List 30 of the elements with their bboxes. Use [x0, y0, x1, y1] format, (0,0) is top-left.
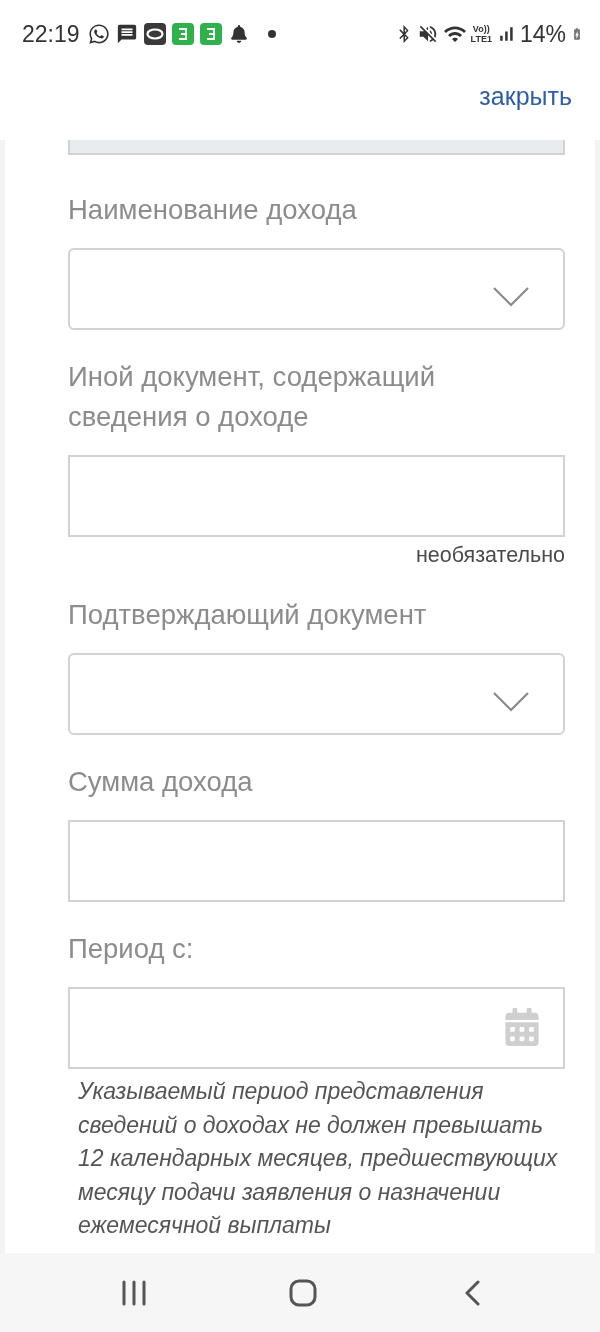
home-icon[interactable]: [289, 1278, 317, 1307]
field-label: Период с:: [68, 932, 195, 966]
dot-icon: [267, 30, 276, 38]
ring-app-icon: [143, 23, 166, 45]
date-field[interactable]: [68, 987, 565, 1069]
chevron-down-icon: [493, 287, 529, 307]
field-label: Иной документ, содержащий сведения о доходе: [68, 360, 436, 434]
recent-apps-icon[interactable]: [121, 1279, 147, 1306]
input-field[interactable]: [68, 455, 565, 537]
app-icon: [171, 23, 194, 45]
dropdown-field[interactable]: [68, 248, 565, 330]
back-icon[interactable]: [464, 1279, 480, 1306]
calendar-icon: [505, 1008, 539, 1046]
field-label: Сумма дохода: [68, 765, 254, 799]
network-label: LTE1: [470, 34, 492, 44]
optional-note: необязательно: [415, 542, 565, 568]
hint-text: Указываемый период представления сведений о доходах не должен превышать 12 календарных месяцев, предшествующих месяцу подачи заявления о назначении ежемесячной выплаты: [77, 1077, 559, 1240]
status-time: 22:19: [22, 19, 80, 49]
network-label: Vo)): [472, 24, 490, 34]
chat-phone-icon: [87, 23, 110, 45]
dropdown-field[interactable]: [68, 653, 565, 735]
chevron-down-icon: [493, 692, 529, 712]
battery-percent: 14%: [519, 19, 566, 49]
input-field[interactable]: [68, 820, 565, 902]
bell-icon: [229, 25, 248, 43]
field-label: Наименование дохода: [68, 193, 358, 227]
app-icon: [199, 23, 222, 45]
message-icon: [115, 23, 138, 45]
field-label: Подтверждающий документ: [68, 598, 428, 632]
close-link[interactable]: закрыть: [479, 78, 572, 130]
